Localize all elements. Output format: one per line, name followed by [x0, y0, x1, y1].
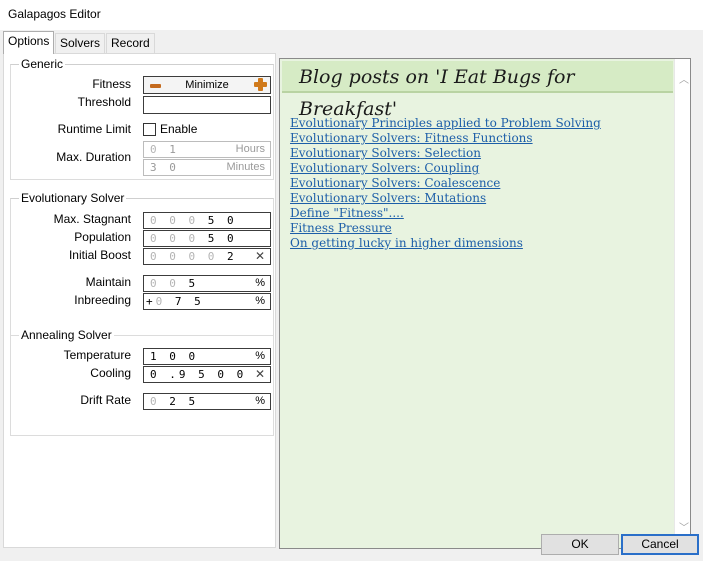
- population-label: Population: [74, 230, 131, 244]
- blog-link[interactable]: Evolutionary Principles applied to Probl…: [290, 116, 601, 131]
- initial-boost-digit: 2: [226, 250, 237, 263]
- blog-content: Blog posts on 'I Eat Bugs for Breakfast'…: [280, 59, 675, 548]
- population-digits: 5 0: [207, 232, 237, 245]
- cooling-input[interactable]: 0 .9 5 0 0 ✕: [143, 366, 271, 383]
- maintain-input[interactable]: 0 0 5 %: [143, 275, 271, 292]
- threshold-label: Threshold: [77, 95, 131, 109]
- drift-rate-label: Drift Rate: [80, 393, 131, 407]
- minutes-value: 3 0: [150, 161, 179, 174]
- minutes-input[interactable]: 3 0 Minutes: [143, 159, 271, 176]
- clear-cooling-icon[interactable]: ✕: [255, 367, 265, 381]
- hours-unit: Hours: [235, 143, 265, 155]
- title-bar: Galapagos Editor: [0, 0, 703, 30]
- scroll-down-icon[interactable]: ﹀: [679, 519, 689, 534]
- drift-rate-digits: 2 5: [169, 395, 199, 408]
- max-duration-label: Max. Duration: [56, 150, 131, 164]
- blog-link[interactable]: On getting lucky in higher dimensions: [290, 236, 601, 251]
- maintain-value: 0 0 5: [150, 277, 198, 290]
- initial-boost-input[interactable]: 0 0 0 0 2 ✕: [143, 248, 271, 265]
- cancel-button[interactable]: Cancel: [621, 534, 699, 555]
- blog-panel: Blog posts on 'I Eat Bugs for Breakfast'…: [279, 58, 691, 549]
- inbreeding-digits: 7 5: [174, 295, 204, 308]
- scroll-up-icon[interactable]: ︿: [679, 71, 689, 86]
- hours-digit: 1: [169, 143, 179, 156]
- cooling-label: Cooling: [90, 366, 131, 380]
- maintain-dim: 0 0: [150, 277, 179, 290]
- fitness-value: Minimize: [185, 79, 229, 91]
- blog-scrollbar[interactable]: ︿ ﹀: [674, 59, 690, 548]
- temperature-value: 1 0 0: [150, 350, 199, 363]
- blog-link[interactable]: Evolutionary Solvers: Mutations: [290, 191, 601, 206]
- population-value: 0 0 0 5 0: [150, 232, 237, 245]
- blog-link[interactable]: Fitness Pressure: [290, 221, 601, 236]
- tab-solvers[interactable]: Solvers: [55, 33, 106, 53]
- evolutionary-group: Evolutionary Solver Max. Stagnant 0 0 0 …: [10, 191, 274, 336]
- blog-link[interactable]: Evolutionary Solvers: Coupling: [290, 161, 601, 176]
- window-title: Galapagos Editor: [8, 7, 101, 21]
- inbreeding-unit: %: [255, 295, 265, 307]
- drift-rate-unit: %: [255, 395, 265, 407]
- blog-title: Blog posts on 'I Eat Bugs for Breakfast': [282, 61, 673, 120]
- tab-options[interactable]: Options: [3, 31, 55, 54]
- initial-boost-dim: 0 0 0 0: [150, 250, 218, 263]
- fitness-label: Fitness: [92, 77, 131, 91]
- cooling-value: 0 .9 5 0 0: [150, 368, 247, 381]
- initial-boost-label: Initial Boost: [68, 248, 131, 262]
- threshold-input[interactable]: [143, 96, 271, 114]
- temperature-input[interactable]: 1 0 0 %: [143, 348, 271, 365]
- blog-link[interactable]: Evolutionary Solvers: Selection: [290, 146, 601, 161]
- population-dim: 0 0 0: [150, 232, 199, 245]
- maintain-digit: 5: [188, 277, 199, 290]
- temperature-label: Temperature: [63, 348, 131, 362]
- max-stagnant-input[interactable]: 0 0 0 5 0: [143, 212, 271, 229]
- hours-input[interactable]: 0 1 Hours: [143, 141, 271, 158]
- drift-rate-input[interactable]: 0 2 5 %: [143, 393, 271, 410]
- blog-link[interactable]: Define "Fitness"....: [290, 206, 601, 221]
- max-stagnant-label: Max. Stagnant: [53, 212, 131, 226]
- population-input[interactable]: 0 0 0 5 0: [143, 230, 271, 247]
- dialog-client: Options Solvers Record Generic Fitness M…: [0, 30, 703, 561]
- inbreeding-dim: 0: [155, 295, 166, 308]
- blog-link[interactable]: Evolutionary Solvers: Coalescence: [290, 176, 601, 191]
- annealing-group-title: Annealing Solver: [19, 328, 114, 342]
- maintain-label: Maintain: [85, 275, 131, 289]
- fitness-selector[interactable]: Minimize: [143, 76, 271, 94]
- inbreeding-input[interactable]: +0 7 5 %: [143, 293, 271, 310]
- ok-button[interactable]: OK: [541, 534, 619, 555]
- max-stagnant-digits: 5 0: [207, 214, 237, 227]
- hours-dim-digit: 0: [150, 143, 160, 156]
- inbreeding-sign: +: [146, 295, 156, 308]
- max-stagnant-dim: 0 0 0: [150, 214, 199, 227]
- tab-record[interactable]: Record: [106, 33, 155, 53]
- annealing-group: Annealing Solver Temperature 1 0 0 % Coo…: [10, 328, 274, 436]
- maximize-icon[interactable]: [254, 78, 267, 91]
- inbreeding-label: Inbreeding: [74, 293, 131, 307]
- blog-links: Evolutionary Principles applied to Probl…: [290, 116, 601, 251]
- clear-boost-icon[interactable]: ✕: [255, 249, 265, 263]
- initial-boost-value: 0 0 0 0 2: [150, 250, 237, 263]
- maintain-unit: %: [255, 277, 265, 289]
- drift-rate-value: 0 2 5: [150, 395, 198, 408]
- max-stagnant-value: 0 0 0 5 0: [150, 214, 237, 227]
- runtime-limit-label: Runtime Limit: [57, 122, 131, 136]
- hours-value: 0 1: [150, 143, 179, 156]
- inbreeding-value: +0 7 5: [146, 295, 204, 308]
- drift-rate-dim: 0: [150, 395, 160, 408]
- blog-link[interactable]: Evolutionary Solvers: Fitness Functions: [290, 131, 601, 146]
- evolutionary-group-title: Evolutionary Solver: [19, 191, 127, 205]
- runtime-enable-checkbox[interactable]: [143, 123, 156, 136]
- temperature-unit: %: [255, 350, 265, 362]
- minutes-unit: Minutes: [226, 161, 265, 173]
- generic-group: Generic Fitness Minimize Threshold Runti…: [10, 57, 274, 180]
- generic-group-title: Generic: [19, 57, 66, 71]
- options-panel: Generic Fitness Minimize Threshold Runti…: [3, 53, 276, 548]
- runtime-enable-label: Enable: [160, 122, 198, 136]
